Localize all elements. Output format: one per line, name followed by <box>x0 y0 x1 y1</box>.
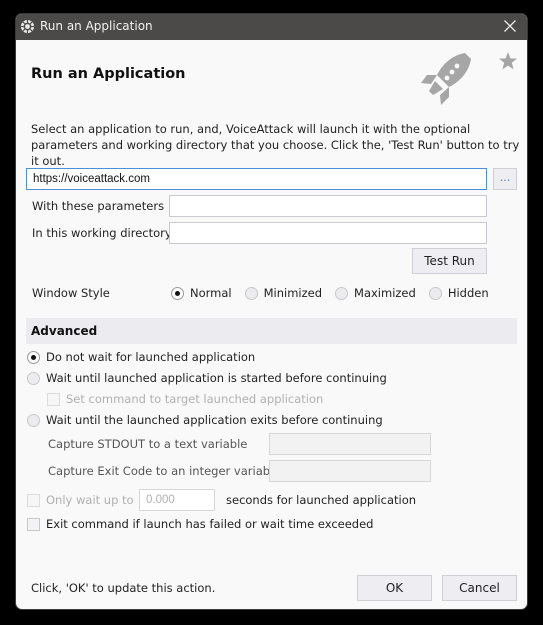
parameters-label: With these parameters <box>32 199 165 213</box>
wait-option-started[interactable]: Wait until launched application is start… <box>27 371 387 385</box>
radio-minimized-label: Minimized <box>263 286 323 300</box>
advanced-section-header: Advanced <box>26 318 517 344</box>
application-path-input[interactable] <box>26 168 487 190</box>
star-icon[interactable] <box>498 51 518 71</box>
window-style-group: Normal Minimized Maximized Hidden <box>171 286 489 300</box>
working-directory-label: In this working directory <box>32 226 172 240</box>
radio-normal-label: Normal <box>190 286 232 300</box>
window-style-maximized[interactable]: Maximized <box>335 286 416 300</box>
only-wait-checkbox[interactable] <box>27 493 40 507</box>
set-target-label: Set command to target launched applicati… <box>66 392 324 406</box>
radio-do-not-wait-label: Do not wait for launched application <box>46 350 256 364</box>
radio-normal[interactable] <box>171 286 184 300</box>
set-target-option[interactable]: Set command to target launched applicati… <box>47 392 323 406</box>
window-style-normal[interactable]: Normal <box>171 286 232 300</box>
window-style-hidden[interactable]: Hidden <box>428 286 489 300</box>
exit-code-variable-input[interactable] <box>269 460 431 482</box>
footer-hint: Click, 'OK' to update this action. <box>31 581 216 595</box>
radio-do-not-wait[interactable] <box>27 350 40 364</box>
window-style-label: Window Style <box>32 286 110 300</box>
exit-on-fail-label: Exit command if launch has failed or wai… <box>46 517 374 531</box>
wait-option-exits[interactable]: Wait until the launched application exit… <box>27 413 383 427</box>
radio-maximized[interactable] <box>335 286 349 300</box>
window-title: Run an Application <box>40 19 153 33</box>
radio-minimized[interactable] <box>244 286 258 300</box>
radio-maximized-label: Maximized <box>354 286 416 300</box>
only-wait-label: Only wait up to <box>46 493 134 507</box>
window-style-minimized[interactable]: Minimized <box>244 286 323 300</box>
radio-wait-exits[interactable] <box>27 413 40 427</box>
radio-wait-started[interactable] <box>27 371 40 385</box>
exit-on-fail-option[interactable]: Exit command if launch has failed or wai… <box>27 517 373 531</box>
parameters-input[interactable] <box>169 195 487 217</box>
radio-wait-started-label: Wait until launched application is start… <box>46 371 387 385</box>
radio-hidden[interactable] <box>428 286 442 300</box>
ok-button[interactable]: OK <box>357 575 432 601</box>
stdout-variable-input[interactable] <box>269 433 431 455</box>
close-icon[interactable] <box>501 17 519 35</box>
exit-on-fail-checkbox[interactable] <box>27 517 40 531</box>
working-directory-input[interactable] <box>169 222 487 244</box>
radio-hidden-label: Hidden <box>447 286 489 300</box>
cancel-button[interactable]: Cancel <box>442 575 517 601</box>
stdout-label: Capture STDOUT to a text variable <box>48 437 248 451</box>
exit-code-label: Capture Exit Code to an integer variable <box>48 464 281 478</box>
title-bar: Run an Application <box>16 14 527 40</box>
test-run-button[interactable]: Test Run <box>412 248 487 274</box>
only-wait-suffix: seconds for launched application <box>226 493 417 507</box>
radio-wait-exits-label: Wait until the launched application exit… <box>46 413 383 427</box>
run-application-dialog: Run an Application Run an Application Se… <box>15 13 528 610</box>
description-text: Select an application to run, and, Voice… <box>31 122 520 168</box>
voiceattack-logo-icon <box>20 19 35 34</box>
set-target-checkbox[interactable] <box>47 392 60 406</box>
rocket-icon <box>421 53 471 105</box>
page-title: Run an Application <box>31 66 186 82</box>
only-wait-seconds-input[interactable] <box>139 489 215 511</box>
only-wait-option[interactable]: Only wait up to <box>27 493 134 507</box>
wait-option-none[interactable]: Do not wait for launched application <box>27 350 255 364</box>
browse-button[interactable]: ... <box>493 168 517 190</box>
